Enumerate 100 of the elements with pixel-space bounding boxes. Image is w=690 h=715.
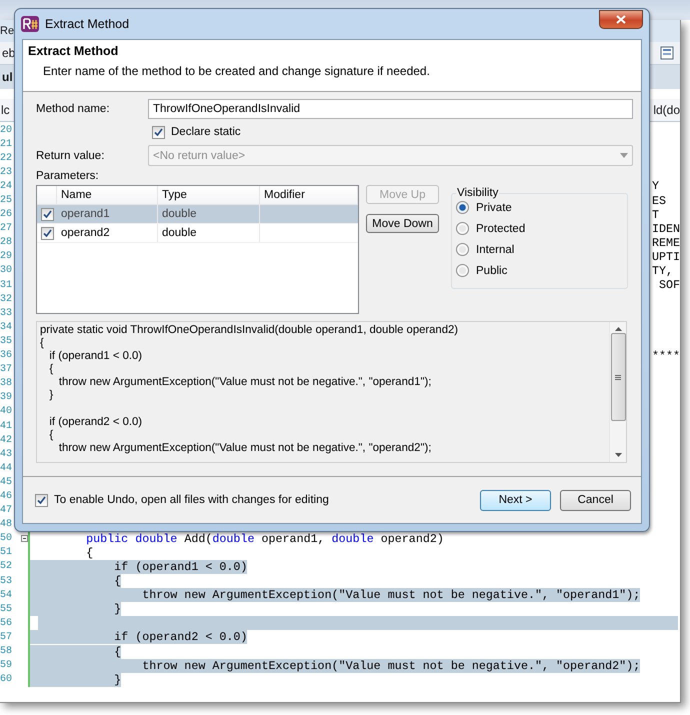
code-line: } (48, 389, 54, 403)
type-dropdown[interactable]: lc (1, 103, 10, 117)
code-line: REME (652, 236, 680, 250)
field-label: Method name: (36, 103, 111, 115)
line-number: 30 (0, 265, 14, 276)
field-label: Parameters: (36, 170, 99, 182)
line-number: 37 (0, 364, 14, 376)
radio-label: Protected (476, 222, 526, 234)
radio-button[interactable] (456, 264, 469, 277)
line-number: 43 (0, 448, 14, 460)
line-number: 36 (0, 350, 14, 362)
radio-button[interactable] (456, 201, 469, 214)
undo-checkbox[interactable] (35, 494, 48, 506)
line-number: 46 (0, 490, 14, 502)
line-number: 33 (0, 308, 14, 319)
line-number: 25 (0, 195, 14, 206)
table-cell: double (158, 224, 260, 242)
code-line: ES (652, 194, 668, 208)
table-cell: operand1 (57, 205, 158, 223)
column-header[interactable]: Type (158, 186, 260, 204)
line-number: 48 (0, 519, 14, 530)
radio-label: Internal (476, 244, 514, 256)
check-icon (42, 210, 52, 218)
line-number: 26 (0, 209, 14, 220)
app-logo-icon (21, 16, 39, 32)
check-icon (42, 228, 52, 238)
code-line: throw new ArgumentException("Value must not be negative.", "operand1"); (58, 376, 432, 390)
line-number: 52 (0, 561, 14, 572)
method-name-field[interactable]: ThrowIfOneOperandIsInvalid (148, 99, 633, 119)
declare-static-checkbox[interactable] (152, 126, 165, 138)
member-dropdown[interactable]: ld(do (653, 103, 680, 117)
window-title: Extract Method (45, 17, 130, 31)
code-line: { (40, 337, 45, 350)
checkbox-label: Declare static (171, 126, 241, 138)
line-number: 53 (0, 576, 14, 587)
code-line: { (48, 363, 54, 376)
code-line: SOF (658, 278, 680, 292)
line-number: 39 (0, 392, 14, 404)
line-number: 44 (0, 462, 14, 474)
dialog-button[interactable]: Next > (480, 490, 551, 510)
radio-button[interactable] (456, 243, 469, 256)
line-number: 58 (0, 646, 14, 658)
header-subtitle: Enter name of the method to be created and change signature if needed. (43, 64, 431, 78)
code-line: T (652, 208, 660, 222)
scroll-down-icon[interactable] (614, 453, 622, 457)
line-number: 55 (0, 604, 14, 615)
line-number: 20 (0, 124, 14, 136)
table-cell: operand2 (57, 224, 158, 242)
code-line: **** (652, 348, 680, 363)
grip-icon (615, 374, 621, 380)
scroll-thumb[interactable] (610, 333, 626, 421)
checkbox-label: To enable Undo, open all files with changes for editing (54, 494, 329, 506)
line-number: 35 (0, 336, 14, 347)
line-number: 40 (0, 406, 14, 418)
toolbar-icon[interactable] (660, 45, 676, 61)
close-button[interactable] (599, 10, 643, 28)
line-number: 24 (0, 180, 14, 192)
code-line: UPTI (652, 250, 680, 264)
code-line: if (operand2 < 0.0) (48, 416, 144, 429)
line-number: 22 (0, 152, 14, 164)
line-number: 57 (0, 632, 14, 643)
code-line: IDEN (652, 222, 680, 236)
line-number: 42 (0, 434, 14, 446)
radio-label: Public (476, 264, 508, 276)
row-checkbox[interactable] (40, 208, 54, 220)
dialog-button[interactable]: Cancel (560, 490, 631, 510)
field-label: Return value: (36, 150, 106, 162)
line-number: 38 (0, 378, 14, 390)
check-icon (154, 128, 163, 136)
column-header[interactable]: Name (57, 186, 158, 204)
row-checkbox[interactable] (40, 226, 54, 240)
table-row[interactable]: operand1 double (37, 205, 358, 224)
table-cell: double (158, 205, 260, 223)
code-line: public double Add(double operand1, double operand2) (85, 532, 444, 546)
header-title: Extract Method (28, 44, 120, 58)
move-button[interactable]: Move Down (366, 214, 439, 233)
code-line: Y (652, 179, 660, 194)
editor-tab[interactable]: ul (2, 70, 13, 84)
check-icon (37, 496, 46, 504)
line-number: 54 (0, 590, 14, 601)
line-number: 60 (0, 674, 14, 686)
scrollbar[interactable] (609, 322, 626, 462)
collapse-icon[interactable] (20, 535, 28, 542)
scroll-up-icon[interactable] (614, 327, 622, 331)
table-row[interactable]: operand2 double (37, 224, 358, 243)
code-line: private static void ThrowIfOneOperandIsInvalid(double operand1, double operand2) (40, 324, 460, 338)
dropdown-arrow-icon (620, 153, 628, 158)
radio-label: Private (476, 202, 512, 214)
group-label: Visibility (456, 187, 500, 199)
close-icon (616, 14, 626, 24)
window-title: Re (0, 25, 14, 37)
line-number: 23 (0, 166, 14, 178)
column-header[interactable]: Modifier (260, 186, 358, 204)
line-number: 29 (0, 251, 14, 262)
line-number: 56 (0, 618, 14, 629)
code-line: TY, (652, 264, 674, 278)
radio-button[interactable] (456, 222, 469, 235)
line-number: 28 (0, 237, 14, 248)
line-number: 41 (0, 420, 14, 432)
line-number: 21 (0, 138, 14, 150)
